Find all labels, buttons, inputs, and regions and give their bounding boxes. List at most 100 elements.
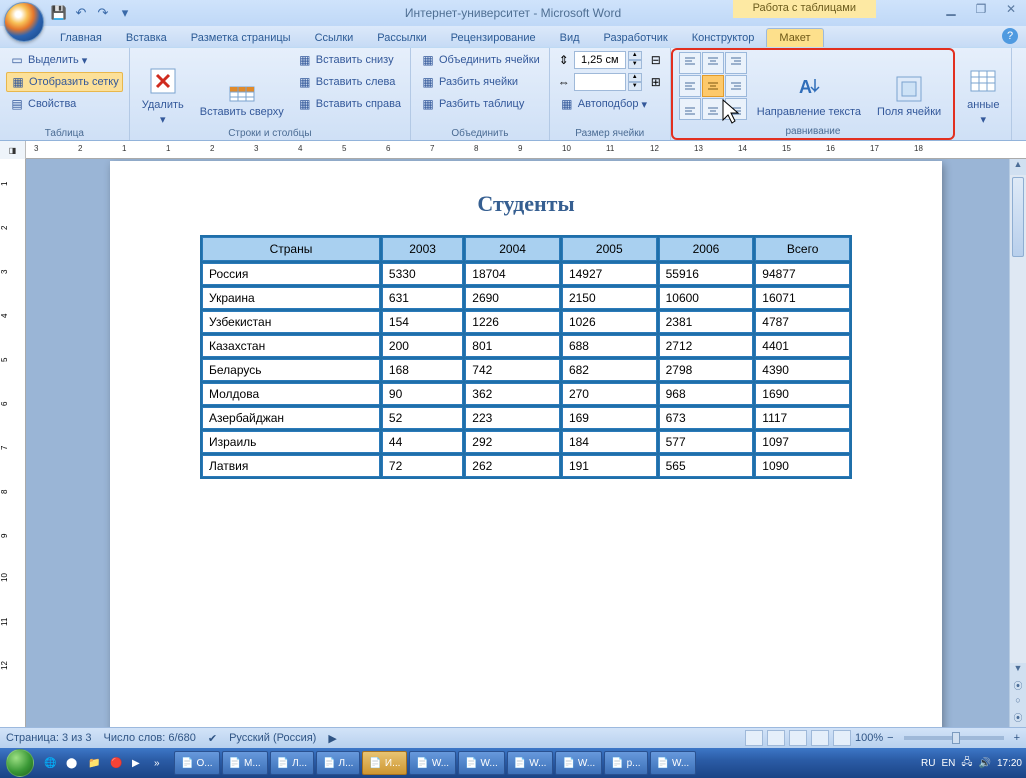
table-header[interactable]: 2004 [465, 237, 560, 261]
zoom-in[interactable]: + [1014, 732, 1020, 744]
table-cell[interactable]: Беларусь [202, 359, 380, 381]
tab-layout[interactable]: Макет [766, 28, 823, 47]
view-fullscreen[interactable] [767, 730, 785, 746]
table-row[interactable]: Молдова903622709681690 [202, 383, 850, 405]
height-down[interactable]: ▼ [628, 60, 642, 69]
view-outline[interactable] [811, 730, 829, 746]
tab-insert[interactable]: Вставка [114, 29, 179, 47]
taskbar-item[interactable]: 📄W... [507, 751, 554, 775]
status-words[interactable]: Число слов: 6/680 [104, 732, 196, 744]
tray-network-icon[interactable]: 🖧 [961, 755, 972, 772]
table-cell[interactable]: 154 [382, 311, 463, 333]
table-cell[interactable]: 2798 [659, 359, 754, 381]
distribute-cols-icon[interactable]: ⊞ [648, 74, 664, 90]
redo-icon[interactable]: ↷ [94, 4, 112, 22]
taskbar-item[interactable]: 📄W... [458, 751, 505, 775]
table-cell[interactable]: 362 [465, 383, 560, 405]
table-cell[interactable]: 673 [659, 407, 754, 429]
zoom-out[interactable]: − [887, 732, 893, 744]
scroll-thumb[interactable] [1012, 177, 1024, 257]
table-cell[interactable]: 200 [382, 335, 463, 357]
table-cell[interactable]: Израиль [202, 431, 380, 453]
table-cell[interactable]: 14927 [562, 263, 657, 285]
scrollbar-vertical[interactable]: ▲ ▼ ⦿ ○ ⦿ [1009, 159, 1026, 727]
table-cell[interactable]: 577 [659, 431, 754, 453]
taskbar-item[interactable]: 📄p... [604, 751, 647, 775]
office-button[interactable] [4, 2, 44, 42]
insert-left-button[interactable]: ▦Вставить слева [294, 72, 404, 92]
status-macro-icon[interactable]: ▶ [328, 732, 336, 745]
table-cell[interactable]: 52 [382, 407, 463, 429]
table-cell[interactable]: 5330 [382, 263, 463, 285]
table-row[interactable]: Узбекистан1541226102623814787 [202, 311, 850, 333]
close-button[interactable]: ✕ [1000, 2, 1022, 18]
next-page-button[interactable]: ⦿ [1010, 711, 1026, 727]
taskbar-item[interactable]: 📄О... [174, 751, 220, 775]
table-cell[interactable]: 262 [465, 455, 560, 477]
align-mid-left[interactable] [679, 75, 701, 97]
quick-chrome[interactable]: ⬤ [64, 751, 84, 775]
table-row[interactable]: Латвия722621915651090 [202, 455, 850, 477]
quick-opera[interactable]: 🔴 [108, 751, 128, 775]
table-cell[interactable]: Казахстан [202, 335, 380, 357]
table-cell[interactable]: 1090 [755, 455, 850, 477]
table-cell[interactable]: 682 [562, 359, 657, 381]
col-width-input[interactable] [574, 73, 626, 91]
table-cell[interactable]: 18704 [465, 263, 560, 285]
table-cell[interactable]: Россия [202, 263, 380, 285]
table-cell[interactable]: 184 [562, 431, 657, 453]
table-cell[interactable]: 968 [659, 383, 754, 405]
data-button[interactable]: анные▾ [961, 50, 1005, 140]
table-cell[interactable]: 55916 [659, 263, 754, 285]
tray-volume-icon[interactable]: 🔊 [979, 758, 991, 769]
table-cell[interactable]: 1117 [755, 407, 850, 429]
view-print-layout[interactable] [745, 730, 763, 746]
scroll-down[interactable]: ▼ [1010, 663, 1026, 679]
view-draft[interactable] [833, 730, 851, 746]
students-table[interactable]: Страны2003200420052006Всего Россия533018… [200, 235, 852, 479]
table-cell[interactable]: 191 [562, 455, 657, 477]
quick-player[interactable]: ▶ [130, 751, 150, 775]
align-bot-right[interactable] [725, 98, 747, 120]
table-cell[interactable]: 631 [382, 287, 463, 309]
select-button[interactable]: ▭Выделить ▾ [6, 50, 123, 70]
insert-below-button[interactable]: ▦Вставить снизу [294, 50, 404, 70]
table-cell[interactable]: Украина [202, 287, 380, 309]
table-row[interactable]: Казахстан20080168827124401 [202, 335, 850, 357]
table-row[interactable]: Азербайджан522231696731117 [202, 407, 850, 429]
view-gridlines-button[interactable]: ▦Отобразить сетку [6, 72, 123, 92]
table-cell[interactable]: 565 [659, 455, 754, 477]
save-icon[interactable]: 💾 [50, 4, 68, 22]
align-mid-center[interactable] [702, 75, 724, 97]
table-cell[interactable]: 292 [465, 431, 560, 453]
tray-lang[interactable]: RU [921, 758, 935, 769]
table-header[interactable]: Всего [755, 237, 850, 261]
table-cell[interactable]: 742 [465, 359, 560, 381]
merge-cells-button[interactable]: ▦Объединить ячейки [417, 50, 543, 70]
table-cell[interactable]: 4401 [755, 335, 850, 357]
minimize-button[interactable]: ▁ [940, 2, 962, 18]
table-cell[interactable]: 223 [465, 407, 560, 429]
tab-references[interactable]: Ссылки [303, 29, 366, 47]
split-table-button[interactable]: ▦Разбить таблицу [417, 94, 543, 114]
table-cell[interactable]: 94877 [755, 263, 850, 285]
qat-more-icon[interactable]: ▾ [116, 4, 134, 22]
tab-mailings[interactable]: Рассылки [365, 29, 438, 47]
help-button[interactable]: ? [1002, 28, 1018, 44]
row-height-input[interactable] [574, 51, 626, 69]
table-cell[interactable]: 10600 [659, 287, 754, 309]
table-cell[interactable]: 16071 [755, 287, 850, 309]
insert-above-button[interactable]: Вставить сверху [194, 50, 290, 140]
taskbar-item[interactable]: 📄W... [650, 751, 697, 775]
taskbar-item[interactable]: 📄Л... [270, 751, 314, 775]
split-cells-button[interactable]: ▦Разбить ячейки [417, 72, 543, 92]
align-bot-center[interactable] [702, 98, 724, 120]
quick-folder[interactable]: 📁 [86, 751, 106, 775]
insert-right-button[interactable]: ▦Вставить справа [294, 94, 404, 114]
prev-page-button[interactable]: ⦿ [1010, 679, 1026, 695]
taskbar-item[interactable]: 📄W... [409, 751, 456, 775]
quick-ie[interactable]: 🌐 [42, 751, 62, 775]
start-button[interactable] [0, 748, 40, 778]
align-bot-left[interactable] [679, 98, 701, 120]
ruler-corner[interactable]: ◨ [0, 141, 26, 159]
